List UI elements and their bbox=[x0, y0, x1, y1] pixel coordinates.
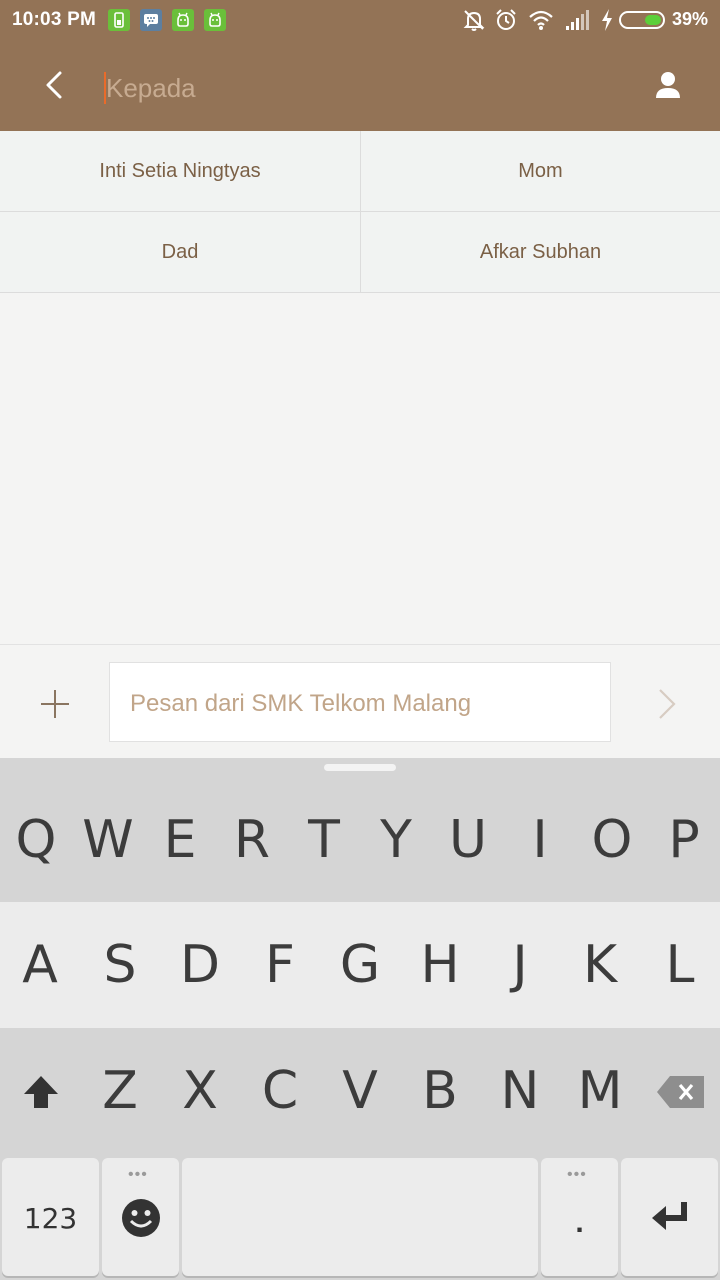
add-attachment-icon[interactable] bbox=[33, 682, 77, 726]
key-p[interactable]: P bbox=[648, 810, 720, 870]
compose-bar: Pesan dari SMK Telkom Malang bbox=[0, 644, 720, 758]
key-f[interactable]: F bbox=[244, 935, 316, 995]
compose-header bbox=[0, 40, 720, 131]
text-cursor bbox=[104, 72, 106, 104]
suggestion-contact[interactable]: Mom bbox=[360, 131, 720, 212]
contacts-icon[interactable] bbox=[646, 64, 690, 108]
enter-return-icon bbox=[652, 1202, 687, 1230]
key-y[interactable]: Y bbox=[360, 810, 432, 870]
suggestion-contact[interactable]: Dad bbox=[0, 212, 360, 293]
key-j[interactable]: J bbox=[484, 935, 556, 995]
android-icon bbox=[172, 9, 194, 31]
key-r[interactable]: R bbox=[216, 810, 288, 870]
period-key-label: . bbox=[575, 1206, 584, 1239]
key-l[interactable]: L bbox=[644, 935, 716, 995]
shift-icon[interactable] bbox=[20, 1072, 62, 1112]
battery-icon bbox=[619, 11, 665, 29]
key-u[interactable]: U bbox=[432, 810, 504, 870]
bbm-icon bbox=[140, 9, 162, 31]
key-g[interactable]: G bbox=[324, 935, 396, 995]
enter-key[interactable] bbox=[621, 1158, 718, 1276]
key-q[interactable]: Q bbox=[0, 810, 72, 870]
space-key[interactable] bbox=[182, 1158, 538, 1276]
key-d[interactable]: D bbox=[164, 935, 236, 995]
key-b[interactable]: B bbox=[404, 1061, 476, 1121]
back-arrow-icon[interactable] bbox=[32, 62, 78, 108]
recipient-input[interactable] bbox=[104, 68, 624, 108]
numbers-key[interactable]: 123 bbox=[2, 1158, 99, 1276]
key-h[interactable]: H bbox=[404, 935, 476, 995]
battery-percent: 39% bbox=[672, 9, 709, 29]
more-options-dots: ••• bbox=[567, 1166, 587, 1183]
alarm-icon bbox=[496, 9, 516, 30]
key-t[interactable]: T bbox=[288, 810, 360, 870]
message-placeholder: Pesan dari SMK Telkom Malang bbox=[130, 690, 472, 717]
key-c[interactable]: C bbox=[244, 1061, 316, 1121]
contact-suggestions: Inti Setia Ningtyas Mom Dad Afkar Subhan bbox=[0, 131, 720, 293]
send-arrow-icon[interactable] bbox=[648, 682, 688, 726]
keyboard-handle[interactable] bbox=[324, 764, 396, 771]
key-i[interactable]: I bbox=[504, 810, 576, 870]
status-bar: 10:03 PM 39% bbox=[0, 0, 720, 40]
key-v[interactable]: V bbox=[324, 1061, 396, 1121]
key-a[interactable]: A bbox=[4, 935, 76, 995]
keyboard: Q W E R T Y U I O P A S D F G H J K L Z … bbox=[0, 758, 720, 1280]
key-m[interactable]: M bbox=[564, 1061, 636, 1121]
emoji-key[interactable]: ••• bbox=[102, 1158, 179, 1276]
more-options-dots: ••• bbox=[128, 1166, 148, 1183]
wifi-icon bbox=[529, 10, 553, 30]
status-time: 10:03 PM bbox=[12, 9, 96, 30]
android-icon bbox=[204, 9, 226, 31]
suggestion-contact[interactable]: Inti Setia Ningtyas bbox=[0, 131, 360, 212]
key-w[interactable]: W bbox=[72, 810, 144, 870]
key-s[interactable]: S bbox=[84, 935, 156, 995]
charging-icon bbox=[602, 9, 612, 31]
mute-bell-icon bbox=[463, 10, 485, 31]
key-z[interactable]: Z bbox=[84, 1061, 156, 1121]
period-key[interactable]: ••• . bbox=[541, 1158, 618, 1276]
signal-icon bbox=[566, 10, 589, 30]
emoji-smile-icon bbox=[122, 1199, 160, 1237]
key-o[interactable]: O bbox=[576, 810, 648, 870]
message-input[interactable]: Pesan dari SMK Telkom Malang bbox=[109, 662, 611, 742]
suggestion-contact[interactable]: Afkar Subhan bbox=[360, 212, 720, 293]
battery-notification-icon bbox=[108, 9, 130, 31]
key-k[interactable]: K bbox=[564, 935, 636, 995]
numbers-key-label: 123 bbox=[23, 1202, 78, 1235]
backspace-icon[interactable] bbox=[656, 1074, 706, 1110]
key-x[interactable]: X bbox=[164, 1061, 236, 1121]
key-e[interactable]: E bbox=[144, 810, 216, 870]
key-n[interactable]: N bbox=[484, 1061, 556, 1121]
